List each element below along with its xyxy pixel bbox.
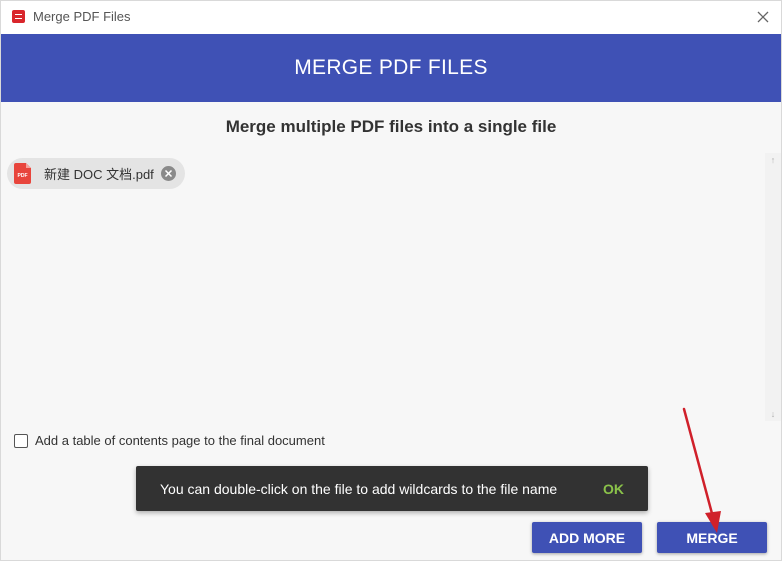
toc-label: Add a table of contents page to the fina… [35,433,325,448]
snackbar-ok-button[interactable]: OK [603,481,624,497]
toc-option: Add a table of contents page to the fina… [14,433,325,448]
close-icon [757,11,769,23]
close-button[interactable] [753,7,773,27]
scroll-up-arrow-icon[interactable]: ↑ [765,153,781,167]
hint-snackbar: You can double-click on the file to add … [136,466,648,511]
header-bar: MERGE PDF FILES [1,34,781,102]
svg-text:PDF: PDF [18,173,28,179]
remove-icon [164,169,172,178]
toc-checkbox[interactable] [14,433,28,448]
add-more-button[interactable]: ADD MORE [532,522,642,553]
window-title: Merge PDF Files [33,9,131,24]
file-chip[interactable]: PDF 新建 DOC 文档.pdf [7,158,185,189]
header-title: MERGE PDF FILES [294,56,488,79]
merge-pdf-window: Merge PDF Files MERGE PDF FILES Merge mu… [0,0,782,561]
app-logo-icon [12,10,25,23]
scroll-down-arrow-icon[interactable]: ↓ [765,407,781,421]
title-bar: Merge PDF Files [1,1,781,34]
snackbar-message: You can double-click on the file to add … [160,480,558,497]
pdf-file-icon: PDF [14,163,31,184]
merge-button[interactable]: MERGE [657,522,767,553]
remove-file-button[interactable] [160,166,176,181]
page-subtitle: Merge multiple PDF files into a single f… [225,117,557,136]
file-name-label: 新建 DOC 文档.pdf [44,167,154,182]
file-list-scrollbar[interactable]: ↑ ↓ [765,153,781,421]
